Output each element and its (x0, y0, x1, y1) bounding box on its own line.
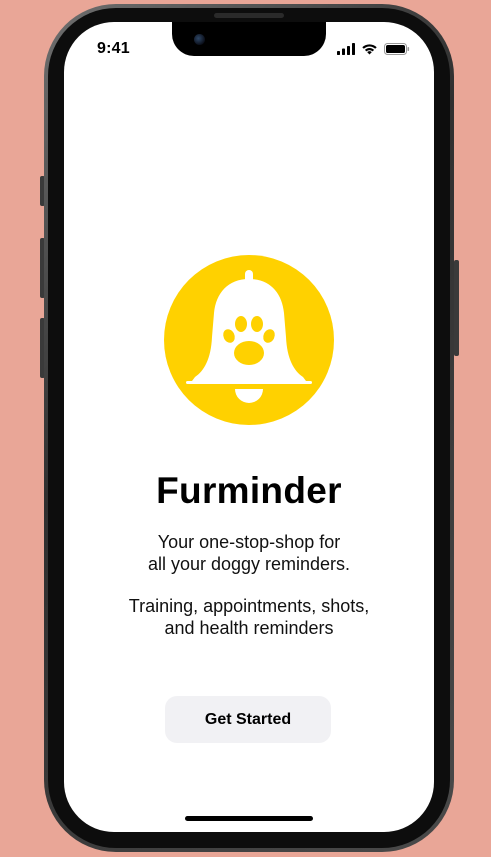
tagline-line: Your one-stop-shop for (157, 532, 341, 552)
get-started-button[interactable]: Get Started (165, 696, 331, 743)
wifi-icon (361, 42, 378, 60)
phone-screen: 9:41 Furminder Your one-stop-shop for al… (64, 22, 434, 832)
feature-line: and health reminders (164, 618, 334, 638)
page-canvas: 9:41 Furminder Your one-stop-shop for al… (0, 0, 491, 857)
battery-icon (384, 42, 410, 60)
home-indicator[interactable] (185, 816, 313, 821)
camera-notch (172, 22, 326, 56)
feature-line: Training, appointments, shots, (128, 596, 370, 616)
status-icons (337, 42, 410, 60)
status-time: 9:41 (97, 40, 130, 57)
cellular-signal-icon (337, 42, 355, 60)
front-camera-icon (194, 34, 205, 45)
tagline: Your one-stop-shop for all your doggy re… (64, 531, 434, 575)
tagline-line: all your doggy reminders. (147, 554, 351, 574)
app-title: Furminder (156, 470, 342, 511)
power-button (454, 260, 459, 356)
bell-paw-icon (164, 255, 334, 425)
feature-description: Training, appointments, shots, and healt… (64, 595, 434, 639)
earpiece-speaker (214, 13, 284, 18)
